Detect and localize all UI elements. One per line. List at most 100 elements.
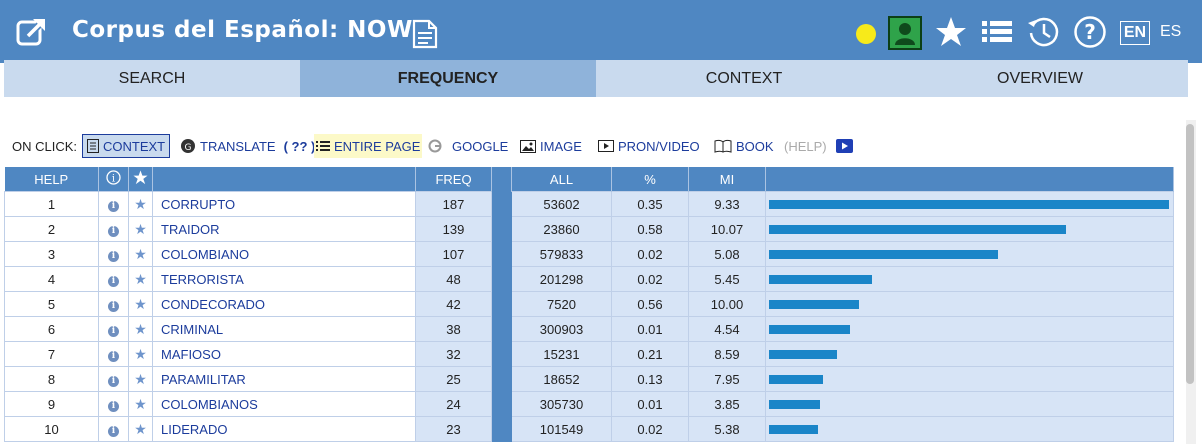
star-icon[interactable]: ★ <box>128 416 153 442</box>
language-es-button[interactable]: ES <box>1160 23 1181 41</box>
word-link[interactable]: COLOMBIANO <box>161 247 249 262</box>
mi-cell: 3.85 <box>688 391 766 417</box>
video-play-icon[interactable] <box>836 134 853 158</box>
star-icon[interactable]: ★ <box>128 291 153 317</box>
star-icon[interactable]: ★ <box>128 241 153 267</box>
info-icon[interactable]: i <box>98 291 129 317</box>
row-number: 6 <box>4 316 99 342</box>
all-header[interactable]: ALL <box>511 167 612 192</box>
info-icon[interactable]: i <box>98 416 129 442</box>
info-icon[interactable]: i <box>98 216 129 242</box>
google-icon <box>428 139 442 153</box>
tab-overview[interactable]: OVERVIEW <box>892 60 1188 97</box>
info-icon[interactable]: i <box>98 266 129 292</box>
info-icon[interactable]: i <box>98 366 129 392</box>
frequency-bar <box>769 374 823 384</box>
word-link[interactable]: LIDERADO <box>161 422 227 437</box>
word-link[interactable]: MAFIOSO <box>161 347 221 362</box>
all-cell: 23860 <box>511 216 612 242</box>
spacer-cell <box>491 241 512 267</box>
percent-cell: 0.01 <box>611 316 689 342</box>
mi-cell: 4.54 <box>688 316 766 342</box>
percent-cell: 0.02 <box>611 416 689 442</box>
star-icon[interactable]: ★ <box>128 316 153 342</box>
row-number: 2 <box>4 216 99 242</box>
bar-cell <box>765 216 1174 242</box>
percent-header[interactable]: % <box>611 167 689 192</box>
freq-cell: 24 <box>415 391 492 417</box>
info-icon[interactable]: i <box>98 316 129 342</box>
all-cell: 101549 <box>511 416 612 442</box>
star-icon <box>128 167 153 192</box>
info-icon[interactable]: i <box>98 391 129 417</box>
word-link[interactable]: TERRORISTA <box>161 272 244 287</box>
pron-video-option[interactable]: PRON/VIDEO <box>598 134 700 158</box>
row-number: 9 <box>4 391 99 417</box>
word-link[interactable]: TRAIDOR <box>161 222 220 237</box>
bar-cell <box>765 341 1174 367</box>
percent-cell: 0.02 <box>611 266 689 292</box>
info-icon[interactable]: i <box>98 241 129 267</box>
star-icon[interactable]: ★ <box>128 391 153 417</box>
star-icon[interactable]: ★ <box>128 366 153 392</box>
word-link[interactable]: CONDECORADO <box>161 297 265 312</box>
freq-cell: 139 <box>415 216 492 242</box>
word-link[interactable]: COLOMBIANOS <box>161 397 258 412</box>
history-icon[interactable] <box>1026 15 1062 49</box>
help-header[interactable]: HELP <box>4 167 99 192</box>
all-cell: 300903 <box>511 316 612 342</box>
spacer-cell <box>491 216 512 242</box>
star-icon[interactable]: ★ <box>128 216 153 242</box>
help-link[interactable]: (HELP) <box>784 134 827 158</box>
star-icon[interactable] <box>934 15 968 49</box>
bar-cell <box>765 316 1174 342</box>
info-icon: i <box>98 167 129 192</box>
entire-page-option[interactable]: ENTIRE PAGE <box>314 134 423 158</box>
word-cell: COLOMBIANO <box>152 241 416 267</box>
external-link-icon[interactable] <box>16 16 48 48</box>
word-cell: PARAMILITAR <box>152 366 416 392</box>
word-cell: CORRUPTO <box>152 191 416 217</box>
document-icon[interactable] <box>412 19 438 49</box>
entire-page-option-label: ENTIRE PAGE <box>334 138 421 154</box>
row-number: 3 <box>4 241 99 267</box>
image-option[interactable]: IMAGE <box>520 134 582 158</box>
freq-cell: 107 <box>415 241 492 267</box>
on-click-label: ON CLICK: <box>12 138 78 154</box>
word-link[interactable]: CRIMINAL <box>161 322 223 337</box>
info-icon[interactable]: i <box>98 341 129 367</box>
translate-question-label[interactable]: ( ?? ) <box>284 139 316 154</box>
spacer-cell <box>491 391 512 417</box>
info-icon[interactable]: i <box>98 191 129 217</box>
book-option[interactable]: BOOK <box>714 134 774 158</box>
all-cell: 305730 <box>511 391 612 417</box>
help-icon[interactable]: ? <box>1072 15 1108 49</box>
word-link[interactable]: PARAMILITAR <box>161 372 246 387</box>
frequency-bar <box>769 324 851 334</box>
mi-cell: 10.07 <box>688 216 766 242</box>
user-icon[interactable] <box>888 16 922 50</box>
svg-text:?: ? <box>1084 20 1096 44</box>
freq-header[interactable]: FREQ <box>415 167 492 192</box>
mi-cell: 10.00 <box>688 291 766 317</box>
tab-search[interactable]: SEARCH <box>4 60 300 97</box>
tab-context[interactable]: CONTEXT <box>596 60 892 97</box>
translate-option-label: TRANSLATE <box>200 138 276 154</box>
context-option[interactable]: CONTEXT <box>82 134 171 158</box>
scrollbar-thumb[interactable] <box>1186 124 1194 384</box>
mi-header[interactable]: MI <box>688 167 766 192</box>
bar-cell <box>765 191 1174 217</box>
freq-cell: 187 <box>415 191 492 217</box>
star-icon[interactable]: ★ <box>128 341 153 367</box>
mi-cell: 8.59 <box>688 341 766 367</box>
percent-cell: 0.02 <box>611 241 689 267</box>
star-icon[interactable]: ★ <box>128 266 153 292</box>
star-icon[interactable]: ★ <box>128 191 153 217</box>
language-en-button[interactable]: EN <box>1120 21 1150 45</box>
translate-option[interactable]: G TRANSLATE ( ?? ) <box>180 134 315 158</box>
word-link[interactable]: CORRUPTO <box>161 197 235 212</box>
google-option[interactable]: GOOGLE <box>428 134 508 158</box>
tab-frequency[interactable]: FREQUENCY <box>300 60 596 97</box>
frequency-table: HELP i FREQ ALL % MI 1 i ★ CORRUPTO 187 53602… <box>4 167 1174 442</box>
list-icon[interactable] <box>982 15 1012 49</box>
